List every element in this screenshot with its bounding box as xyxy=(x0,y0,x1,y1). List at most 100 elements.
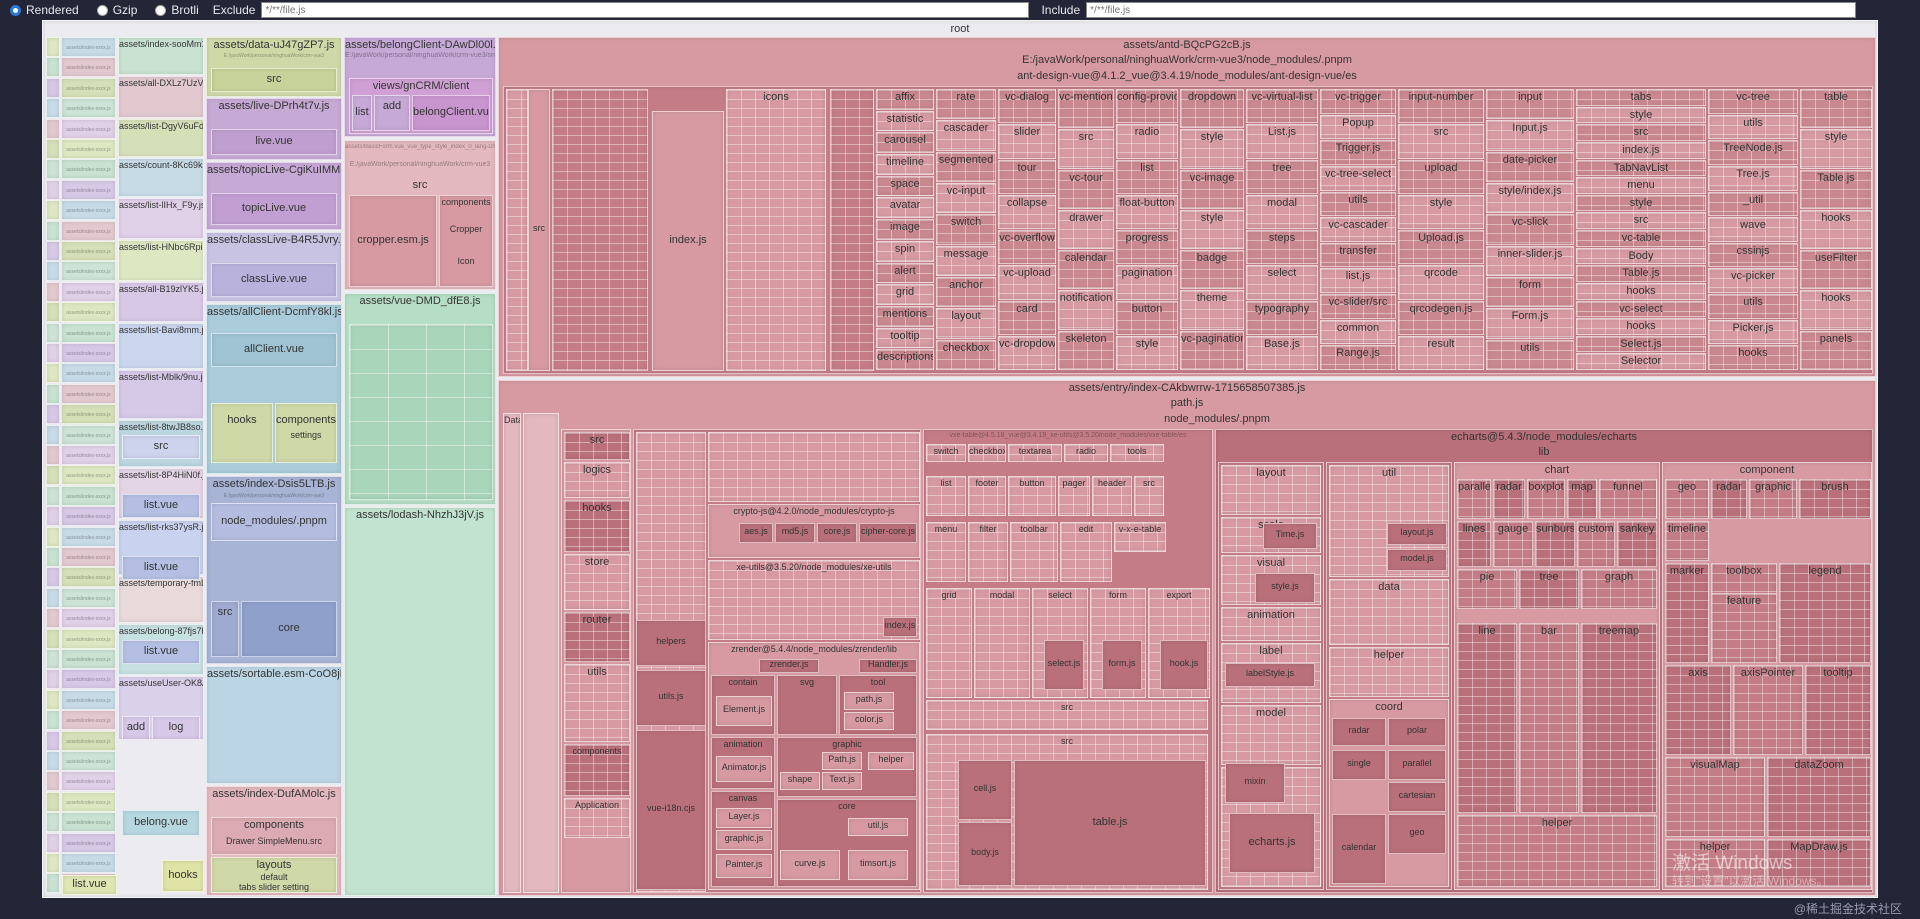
allclient-hooks-node[interactable]: hooks xyxy=(211,403,273,463)
allclient-vue-node[interactable]: allClient.vue xyxy=(211,333,337,367)
antd-menu-node[interactable]: menu xyxy=(1576,177,1706,194)
antd-date-picker-node[interactable]: date-picker xyxy=(1486,151,1574,182)
tiny-file-b[interactable]: assets/index-xxxx.js xyxy=(61,689,116,710)
chart-funnel-node[interactable]: funnel xyxy=(1599,479,1657,519)
antd-form-js-node[interactable]: Form.js xyxy=(1486,308,1574,339)
antd-input-js-node[interactable]: Input.js xyxy=(1486,120,1574,151)
asset-file-8[interactable]: assets/list-Mblk/9nu.js xyxy=(118,370,204,419)
radar-node[interactable]: radar xyxy=(1332,718,1386,746)
tiny-file-a[interactable] xyxy=(46,200,60,221)
color-node[interactable]: color.js xyxy=(844,712,894,730)
list-vue-node[interactable]: list.vue xyxy=(122,640,200,664)
tiny-file-b[interactable]: assets/index-xxxx.js xyxy=(61,200,116,221)
antd-config-provider-node[interactable]: config-provider xyxy=(1116,89,1178,124)
vxe-modal-node[interactable]: modal xyxy=(974,588,1030,698)
entry-hooks-node[interactable]: hooks xyxy=(564,500,630,552)
tiny-file-a[interactable] xyxy=(46,567,60,588)
antd-misc-strip[interactable] xyxy=(506,89,528,371)
antd-trigger-js-node[interactable]: Trigger.js xyxy=(1320,140,1396,165)
canvas-node[interactable]: canvas Layer.js graphic.js Painter.js xyxy=(711,791,775,887)
xe-index-node[interactable]: index.js xyxy=(883,617,917,637)
antd-vc-pagination-node[interactable]: vc-pagination xyxy=(1180,330,1244,370)
entry-application-node[interactable]: Application xyxy=(564,798,630,838)
list-vue-node[interactable]: belong.vue xyxy=(122,810,200,836)
antd-style-node[interactable]: style xyxy=(1576,106,1706,124)
antd-alert-node[interactable]: alert xyxy=(876,262,934,284)
graphic-js-node[interactable]: graphic.js xyxy=(716,830,772,850)
calendar-node[interactable]: calendar xyxy=(1332,814,1386,884)
index-dsis-chunk[interactable]: assets/index-Dsis5LTB.js E:/javaWork/per… xyxy=(206,476,342,664)
chart-treemap-node[interactable]: treemap xyxy=(1581,623,1657,813)
tiny-file-b[interactable]: assets/index-xxxx.js xyxy=(61,608,116,629)
core-js-node[interactable]: core.js xyxy=(817,523,857,543)
entry-logics-node[interactable]: logics xyxy=(564,462,630,498)
antd-button-node[interactable]: button xyxy=(1116,300,1178,335)
label-style-node[interactable]: labelStyle.js xyxy=(1225,663,1315,687)
tiny-file-b[interactable]: assets/index-xxxx.js xyxy=(61,98,116,119)
comp-legend-node[interactable]: legend xyxy=(1779,563,1871,663)
list-vue-node[interactable]: list.vue xyxy=(122,494,200,518)
antd-base-js-node[interactable]: Base.js xyxy=(1246,335,1318,370)
tiny-file-a[interactable] xyxy=(46,77,60,98)
painter-node[interactable]: Painter.js xyxy=(716,854,772,878)
vxe-menu-node[interactable]: menu xyxy=(926,522,966,582)
antd-vc-trigger-node[interactable]: vc-trigger xyxy=(1320,89,1396,114)
include-input[interactable] xyxy=(1086,2,1857,18)
chart-lines-node[interactable]: lines xyxy=(1457,521,1491,567)
chart-pie-node[interactable]: pie xyxy=(1457,569,1517,609)
vxe-grid-node[interactable]: grid xyxy=(926,588,972,698)
tiny-file-a[interactable] xyxy=(46,669,60,690)
antd-calendar-node[interactable]: calendar xyxy=(1058,250,1114,290)
tiny-file-a[interactable] xyxy=(46,139,60,159)
antd-anchor-node[interactable]: anchor xyxy=(936,277,996,308)
tiny-file-a[interactable] xyxy=(46,608,60,629)
cartesian-node[interactable]: cartesian xyxy=(1388,782,1446,812)
tiny-file-a[interactable] xyxy=(46,689,60,710)
antd-modal-node[interactable]: modal xyxy=(1246,194,1318,229)
entry-src[interactable]: src logics hooks store router utils components… xyxy=(561,429,631,893)
asset-file-3[interactable]: assets/count-8Kc69ksu.js xyxy=(118,158,204,197)
antd-cascader-node[interactable]: cascader xyxy=(936,120,996,151)
antd-src-node[interactable]: src xyxy=(528,89,550,371)
antd-utils-node[interactable]: utils xyxy=(1486,339,1574,370)
tiny-file-a[interactable] xyxy=(46,261,60,282)
chart-bar-node[interactable]: bar xyxy=(1519,623,1579,813)
select-js-node[interactable]: select.js xyxy=(1044,640,1084,690)
vxe-src-node[interactable]: src xyxy=(1134,476,1164,516)
live-vue-node[interactable]: live.vue xyxy=(211,129,337,155)
tiny-file-b[interactable]: assets/index-xxxx.js xyxy=(61,628,116,649)
core-node[interactable]: core xyxy=(241,601,337,657)
tiny-file-b[interactable]: assets/index-xxxx.js xyxy=(61,322,116,343)
antd-slider-node[interactable]: slider xyxy=(998,124,1056,159)
tiny-file-b[interactable]: assets/index-xxxx.js xyxy=(61,383,116,404)
vxe-table[interactable]: vxe-table@4.5.18_vue@3.4.19_xe-utils@3.5… xyxy=(923,429,1213,893)
antd-style-node[interactable]: style xyxy=(1180,129,1244,169)
chart-graph-node[interactable]: graph xyxy=(1581,569,1657,609)
antd-range-js-node[interactable]: Range.js xyxy=(1320,345,1396,370)
antd-vc-input-node[interactable]: vc-input xyxy=(936,183,996,214)
antd-result-node[interactable]: result xyxy=(1398,335,1484,370)
views-gncrm-node[interactable]: views/gnCRM/client list add belongClient… xyxy=(349,78,493,134)
path-node[interactable]: path.js xyxy=(844,692,894,710)
antd-style-node[interactable]: style xyxy=(1180,209,1244,250)
antd-radio-node[interactable]: radio xyxy=(1116,124,1178,159)
crypto-node[interactable]: crypto-js@4.2.0/node_modules/crypto-js ae… xyxy=(708,504,920,558)
antd-qrcode-node[interactable]: qrcode xyxy=(1398,265,1484,300)
chart-line-node[interactable]: line xyxy=(1457,623,1517,813)
entry-chunk[interactable]: assets/entry/index-CAkbwrrw-171565850738… xyxy=(498,380,1876,896)
antd-tour-node[interactable]: tour xyxy=(998,159,1056,194)
src-node[interactable]: src xyxy=(122,435,200,459)
list-vue-node[interactable]: list.vue xyxy=(122,556,200,580)
tiny-file-a[interactable] xyxy=(46,343,60,363)
ec-animation-node[interactable]: animation xyxy=(1221,607,1321,641)
asset-file-2[interactable]: assets/list-DgyV6uFd.js xyxy=(118,119,204,157)
chart-gauge-node[interactable]: gauge xyxy=(1493,521,1533,567)
tiny-file-a[interactable] xyxy=(46,159,60,180)
zrender-node[interactable]: zrender@5.4.4/node_modules/zrender/lib zr… xyxy=(708,642,920,890)
ec-data-node[interactable]: data xyxy=(1329,579,1449,645)
antd-popup-node[interactable]: Popup xyxy=(1320,114,1396,140)
asset-file-1[interactable]: assets/all-DXLz7UzV.js xyxy=(118,76,204,118)
antd-wave-node[interactable]: wave xyxy=(1708,217,1798,242)
antd-dropdown-node[interactable]: dropdown xyxy=(1180,89,1244,129)
antd-form-node[interactable]: form xyxy=(1486,277,1574,308)
